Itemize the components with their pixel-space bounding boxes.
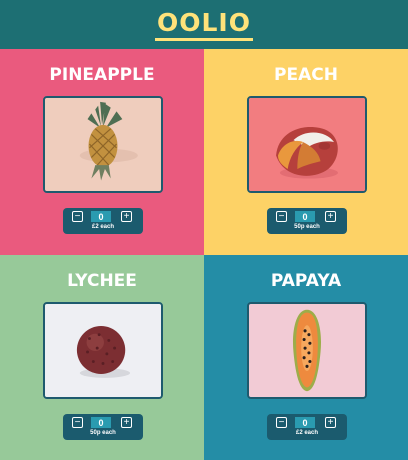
unit-price: 50p each [90,430,116,436]
increase-button[interactable]: + [121,211,132,222]
quantity-input[interactable] [91,211,111,222]
increase-button[interactable]: + [325,211,336,222]
lychee-photo [43,302,163,399]
increase-button[interactable]: + [121,417,132,428]
quantity-stepper: − + £2 each [63,208,143,234]
decrease-button[interactable]: − [72,417,83,428]
unit-price: £2 each [295,430,319,436]
unit-price: £2 each [91,224,115,230]
product-name: LYCHEE [67,271,137,291]
quantity-input[interactable] [295,211,315,222]
product-grid: PINEAPPLE − + £2 each PEACH [0,49,408,460]
app-header: OOLIO [0,0,408,49]
peach-photo [247,96,367,193]
quantity-input[interactable] [91,417,111,428]
product-name: PEACH [274,65,338,85]
increase-button[interactable]: + [325,417,336,428]
pineapple-photo [43,96,163,193]
app-logo[interactable]: OOLIO [155,8,253,41]
quantity-stepper: − + 50p each [63,414,143,440]
quantity-input[interactable] [295,417,315,428]
product-card-lychee: LYCHEE − + 50p each [0,255,204,460]
product-card-peach: PEACH − + 50p each [204,49,408,255]
quantity-stepper: − + 50p each [267,208,347,234]
product-card-papaya: PAPAYA − + £2 each [204,255,408,460]
product-name: PAPAYA [270,271,342,291]
papaya-photo [247,302,367,399]
unit-price: 50p each [294,224,320,230]
decrease-button[interactable]: − [276,211,287,222]
product-name: PINEAPPLE [49,65,155,85]
decrease-button[interactable]: − [276,417,287,428]
decrease-button[interactable]: − [72,211,83,222]
quantity-stepper: − + £2 each [267,414,347,440]
product-card-pineapple: PINEAPPLE − + £2 each [0,49,204,255]
